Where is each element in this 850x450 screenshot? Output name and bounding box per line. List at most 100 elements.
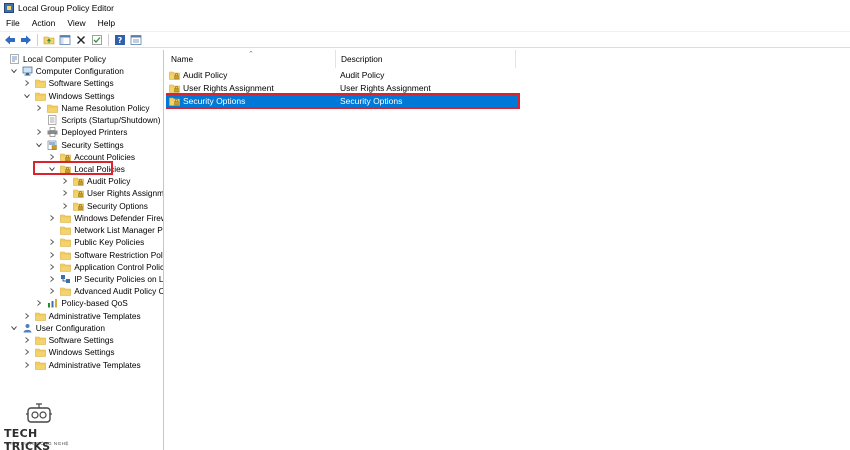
tree-node[interactable]: Software Restriction Polic <box>50 249 163 261</box>
folder-icon <box>34 360 46 370</box>
list-item-name-cell: Audit Policy <box>166 70 336 80</box>
tree-node[interactable]: Windows Settings <box>23 90 115 102</box>
menu-action[interactable]: Action <box>26 18 62 28</box>
toolbar-separator <box>37 33 38 46</box>
list-item-name: Audit Policy <box>183 70 228 80</box>
script-icon <box>47 115 58 125</box>
up-folder-icon[interactable] <box>42 33 55 46</box>
folder-icon <box>34 91 46 101</box>
collapsed-chevron-icon[interactable] <box>48 285 56 297</box>
collapsed-chevron-icon[interactable] <box>48 261 56 273</box>
collapsed-chevron-icon[interactable] <box>23 346 31 358</box>
tree-node-label: Name Resolution Policy <box>61 102 150 113</box>
tree-node[interactable]: Software Settings <box>24 77 114 89</box>
collapsed-chevron-icon[interactable] <box>61 175 69 187</box>
tree-node[interactable]: Windows Settings <box>24 346 115 358</box>
highlight-box <box>33 160 114 175</box>
tree-node[interactable]: Policy-based QoS <box>37 297 128 309</box>
policy-icon <box>9 54 20 64</box>
tree-node[interactable]: Administrative Templates <box>24 359 141 371</box>
tree-node-label: Public Key Policies <box>74 237 145 248</box>
refresh-icon[interactable] <box>90 33 103 46</box>
collapsed-chevron-icon[interactable] <box>35 297 43 309</box>
tree-node-label: Advanced Audit Policy Co <box>74 286 164 297</box>
details-pane[interactable]: Name Description ⌃ Audit Policy Audit Pol… <box>166 50 850 450</box>
tree-node[interactable]: Audit Policy <box>63 175 130 187</box>
tree-node[interactable]: Software Settings <box>24 334 114 346</box>
help-icon[interactable]: ? <box>113 33 126 46</box>
tree-node[interactable]: Security Settings <box>36 139 124 151</box>
tree-node[interactable]: Advanced Audit Policy Co <box>50 285 164 297</box>
collapsed-chevron-icon[interactable] <box>35 126 43 138</box>
folder-icon <box>60 262 71 272</box>
collapsed-chevron-icon[interactable] <box>48 273 56 285</box>
collapsed-chevron-icon[interactable] <box>23 310 31 322</box>
collapsed-chevron-icon[interactable] <box>61 187 69 199</box>
menu-bar: File Action View Help <box>0 16 850 30</box>
expanded-chevron-icon[interactable] <box>10 322 18 334</box>
console-tree[interactable]: Local Computer Policy Computer Configurat… <box>0 50 164 450</box>
tree-node[interactable]: Application Control Polici <box>50 261 163 273</box>
window-title: Local Group Policy Editor <box>18 3 114 13</box>
tree-node[interactable]: Computer Configuration <box>10 65 124 77</box>
back-arrow-icon[interactable] <box>3 33 16 46</box>
tree-node[interactable]: Windows Defender Firewa <box>50 212 163 224</box>
tree-node-label: Software Settings <box>48 78 114 89</box>
column-header-name-label: Name <box>171 54 194 64</box>
expanded-chevron-icon[interactable] <box>10 65 18 77</box>
tree-node-label: IP Security Policies on Loc <box>74 273 164 284</box>
expanded-chevron-icon[interactable] <box>35 139 43 151</box>
properties-icon[interactable] <box>129 33 142 46</box>
list-item-name-cell: Security Options <box>166 96 336 106</box>
tree-node[interactable]: Deployed Printers <box>37 126 127 138</box>
tree-node[interactable]: Network List Manager Pol <box>60 224 164 236</box>
column-header-description[interactable]: Description <box>336 50 516 68</box>
tree-node[interactable]: Scripts (Startup/Shutdown) <box>47 114 161 126</box>
show-hide-tree-icon[interactable] <box>58 33 71 46</box>
list-header: Name Description <box>166 50 850 68</box>
list-item-description: Audit Policy <box>340 70 385 80</box>
folder-icon <box>34 311 46 321</box>
tech-tricks-logo-icon <box>26 403 52 423</box>
column-header-description-label: Description <box>341 54 383 64</box>
svg-text:?: ? <box>117 36 122 45</box>
collapsed-chevron-icon[interactable] <box>61 200 69 212</box>
delete-icon[interactable] <box>74 33 87 46</box>
sort-ascending-icon: ⌃ <box>248 51 254 58</box>
collapsed-chevron-icon[interactable] <box>48 249 56 261</box>
tree-node-label: Windows Settings <box>48 90 115 101</box>
tree-node[interactable]: Security Options <box>63 200 148 212</box>
tree-node[interactable]: Name Resolution Policy <box>37 102 150 114</box>
tree-node[interactable]: User Configuration <box>10 322 105 334</box>
tree-node-label: Security Settings <box>61 139 124 150</box>
menu-help[interactable]: Help <box>92 18 121 28</box>
tree-node[interactable]: User Rights Assignmer <box>63 187 163 199</box>
tree-node[interactable]: Public Key Policies <box>50 236 145 248</box>
list-item-description: User Rights Assignment <box>340 83 431 93</box>
tree-node[interactable]: IP Security Policies on Loc <box>50 273 164 285</box>
tree-node[interactable]: Administrative Templates <box>24 310 141 322</box>
tree-node[interactable]: Local Computer Policy <box>9 53 106 65</box>
collapsed-chevron-icon[interactable] <box>23 334 31 346</box>
collapsed-chevron-icon[interactable] <box>35 102 43 114</box>
menu-file[interactable]: File <box>0 18 26 28</box>
collapsed-chevron-icon[interactable] <box>48 236 56 248</box>
list-item[interactable]: Audit Policy Audit Policy <box>166 69 518 81</box>
menu-view[interactable]: View <box>61 18 91 28</box>
locked-folder-icon <box>169 70 180 80</box>
folder-icon <box>60 225 71 235</box>
folder-icon <box>60 250 71 260</box>
list-item[interactable]: User Rights Assignment User Rights Assign… <box>166 82 518 94</box>
ipsec-icon <box>60 274 71 284</box>
tree-node-label: Computer Configuration <box>35 66 124 77</box>
watermark-logo: TECH TRICKS THỦ THUẬT CÔNG NGHỆ <box>4 402 84 450</box>
security-icon <box>47 140 58 150</box>
collapsed-chevron-icon[interactable] <box>23 359 31 371</box>
folder-icon <box>60 286 71 296</box>
collapsed-chevron-icon[interactable] <box>23 77 31 89</box>
tree-node-label: Network List Manager Pol <box>74 225 164 236</box>
expanded-chevron-icon[interactable] <box>23 90 31 102</box>
collapsed-chevron-icon[interactable] <box>48 212 56 224</box>
forward-arrow-icon[interactable] <box>19 33 32 46</box>
list-item[interactable]: Security Options Security Options <box>166 93 520 109</box>
